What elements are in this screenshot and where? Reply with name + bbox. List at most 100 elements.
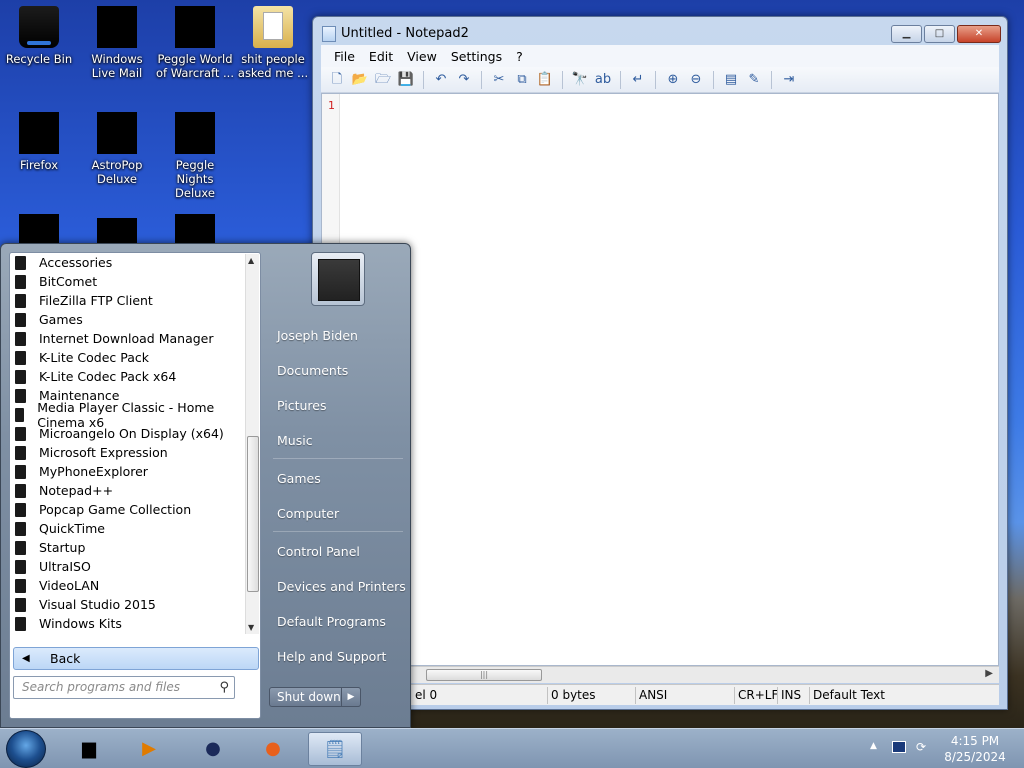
scrollbar-thumb[interactable]: |||	[426, 669, 542, 681]
desktop-icon-windows-live-mail[interactable]: Windows Live Mail	[78, 6, 156, 80]
desktop-icon-recycle-bin[interactable]: Recycle Bin	[0, 6, 78, 66]
list-item[interactable]: FileZilla FTP Client	[10, 291, 245, 310]
paste-icon[interactable]: 📋	[535, 71, 555, 89]
show-hidden-icons-icon[interactable]: ▲	[870, 741, 877, 751]
menu-edit[interactable]: Edit	[362, 49, 400, 64]
clock[interactable]: 4:15 PM 8/25/2024	[940, 733, 1010, 765]
list-item[interactable]: VideoLAN	[10, 576, 245, 595]
list-item[interactable]: Microsoft Expression	[10, 443, 245, 462]
program-folder-icon	[15, 407, 25, 422]
scroll-up-icon[interactable]: ▲	[248, 256, 254, 265]
clock-time: 4:15 PM	[950, 734, 1000, 748]
redo-icon[interactable]: ↷	[454, 71, 474, 89]
list-item[interactable]: QuickTime	[10, 519, 245, 538]
link-pictures[interactable]: Pictures	[277, 398, 327, 413]
list-item[interactable]: Accessories	[10, 253, 245, 272]
list-item[interactable]: Games	[10, 310, 245, 329]
search-input[interactable]: Search programs and files ⚲	[13, 676, 235, 699]
program-label: BitComet	[39, 274, 98, 289]
list-item[interactable]: MyPhoneExplorer	[10, 462, 245, 481]
scroll-down-icon[interactable]: ▼	[248, 623, 254, 632]
desktop-icon-folder[interactable]: shit people asked me ...	[234, 6, 312, 80]
list-item[interactable]: BitComet	[10, 272, 245, 291]
link-music[interactable]: Music	[277, 433, 313, 448]
link-default-programs[interactable]: Default Programs	[277, 614, 386, 629]
program-folder-icon	[15, 540, 26, 555]
cut-icon[interactable]: ✂	[489, 71, 509, 89]
status-eol: CR+LF	[738, 688, 779, 702]
list-item[interactable]: Notepad++	[10, 481, 245, 500]
status-encoding: ANSI	[639, 688, 668, 702]
status-separator	[547, 687, 548, 704]
list-item[interactable]: Microangelo On Display (x64)	[10, 424, 245, 443]
menu-view[interactable]: View	[400, 49, 444, 64]
start-button[interactable]	[6, 730, 46, 768]
zoom-out-icon[interactable]: ⊖	[686, 71, 706, 89]
list-item[interactable]: Internet Download Manager	[10, 329, 245, 348]
link-games[interactable]: Games	[277, 471, 321, 486]
replace-icon[interactable]: ab	[593, 71, 613, 89]
taskbar-app-3[interactable]: ●	[186, 732, 240, 766]
link-control-panel[interactable]: Control Panel	[277, 544, 360, 559]
program-list-scrollbar[interactable]: ▲ ▼	[245, 254, 259, 634]
status-line: el 0	[415, 688, 438, 702]
new-file-icon[interactable]: 🗋	[327, 71, 347, 89]
exit-icon[interactable]: ⇥	[779, 71, 799, 89]
program-label: Startup	[39, 540, 86, 555]
menu-settings[interactable]: Settings	[444, 49, 509, 64]
word-wrap-icon[interactable]: ↵	[628, 71, 648, 89]
list-item[interactable]: K-Lite Codec Pack	[10, 348, 245, 367]
user-avatar[interactable]	[311, 252, 365, 306]
link-devices-printers[interactable]: Devices and Printers	[277, 579, 406, 594]
menu-file[interactable]: File	[327, 49, 362, 64]
list-item[interactable]: Startup	[10, 538, 245, 557]
open-folder-icon[interactable]: 📂	[350, 71, 370, 89]
maximize-button[interactable]: □	[924, 25, 955, 43]
save-icon[interactable]: 💾	[396, 71, 416, 89]
taskbar-app-1[interactable]: ▆	[62, 732, 116, 766]
network-icon[interactable]: ⟳	[916, 741, 930, 753]
close-button[interactable]: ✕	[957, 25, 1001, 43]
desktop-icon-firefox[interactable]: Firefox	[0, 112, 78, 172]
scrollbar-thumb[interactable]	[247, 436, 259, 592]
action-center-icon[interactable]	[892, 741, 906, 753]
copy-icon[interactable]: ⧉	[512, 71, 532, 89]
desktop-icon-peggle-nights[interactable]: Peggle Nights Deluxe	[156, 112, 234, 200]
list-item[interactable]: Visual Studio 2015	[10, 595, 245, 614]
menu-help[interactable]: ?	[509, 49, 530, 64]
link-user-folder[interactable]: Joseph Biden	[277, 328, 358, 343]
shut-down-button[interactable]: Shut down ▶	[269, 687, 361, 707]
browse-icon[interactable]: 🗁	[373, 71, 393, 89]
taskbar-firefox[interactable]: ●	[246, 732, 300, 766]
back-button[interactable]: ◀ Back	[13, 647, 259, 670]
scroll-right-icon[interactable]: ▶	[985, 668, 993, 679]
desktop-icon-astropop[interactable]: AstroPop Deluxe	[78, 112, 156, 186]
divider	[273, 458, 403, 459]
firefox-icon	[19, 112, 59, 154]
list-item[interactable]: Windows Kits	[10, 614, 245, 633]
taskbar-notepad2[interactable]: 🗒	[308, 732, 362, 766]
folder-icon	[253, 6, 293, 48]
program-folder-icon	[15, 445, 26, 460]
shut-down-options-icon[interactable]: ▶	[341, 687, 361, 707]
toolbar: 🗋 📂 🗁 💾 ↶ ↷ ✂ ⧉ 📋 🔭 ab ↵ ⊕ ⊖ ▤ ✎ ⇥	[321, 67, 999, 93]
notepad-window: Untitled - Notepad2 ▁ □ ✕ File Edit View…	[312, 16, 1008, 710]
link-documents[interactable]: Documents	[277, 363, 348, 378]
editor-text-area[interactable]: 1	[321, 93, 999, 666]
undo-icon[interactable]: ↶	[431, 71, 451, 89]
list-item[interactable]: Media Player Classic - Home Cinema x6	[10, 400, 245, 430]
list-item[interactable]: Popcap Game Collection	[10, 500, 245, 519]
minimize-button[interactable]: ▁	[891, 25, 922, 43]
link-help-support[interactable]: Help and Support	[277, 649, 386, 664]
search-icon[interactable]: ⚲	[219, 677, 229, 698]
link-computer[interactable]: Computer	[277, 506, 339, 521]
customize-scheme-icon[interactable]: ✎	[744, 71, 764, 89]
scheme-icon[interactable]: ▤	[721, 71, 741, 89]
list-item[interactable]: K-Lite Codec Pack x64	[10, 367, 245, 386]
zoom-in-icon[interactable]: ⊕	[663, 71, 683, 89]
list-item[interactable]: UltraISO	[10, 557, 245, 576]
horizontal-scrollbar[interactable]: ||| ▶	[321, 666, 999, 683]
find-icon[interactable]: 🔭	[570, 71, 590, 89]
taskbar-media-player[interactable]: ▶	[122, 732, 176, 766]
desktop-icon-peggle-wow[interactable]: Peggle World of Warcraft ...	[156, 6, 234, 80]
